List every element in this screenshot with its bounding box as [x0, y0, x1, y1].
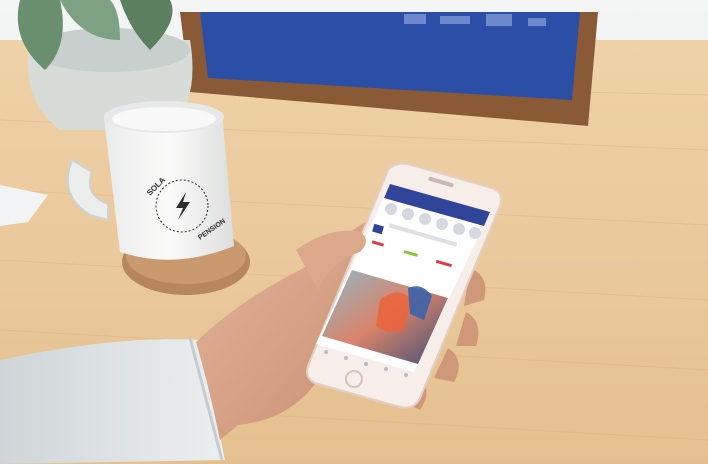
- photo-scene: SOLA PENSION: [0, 0, 708, 464]
- photo: SOLA PENSION: [0, 0, 708, 464]
- arm-sleeve: [0, 337, 225, 464]
